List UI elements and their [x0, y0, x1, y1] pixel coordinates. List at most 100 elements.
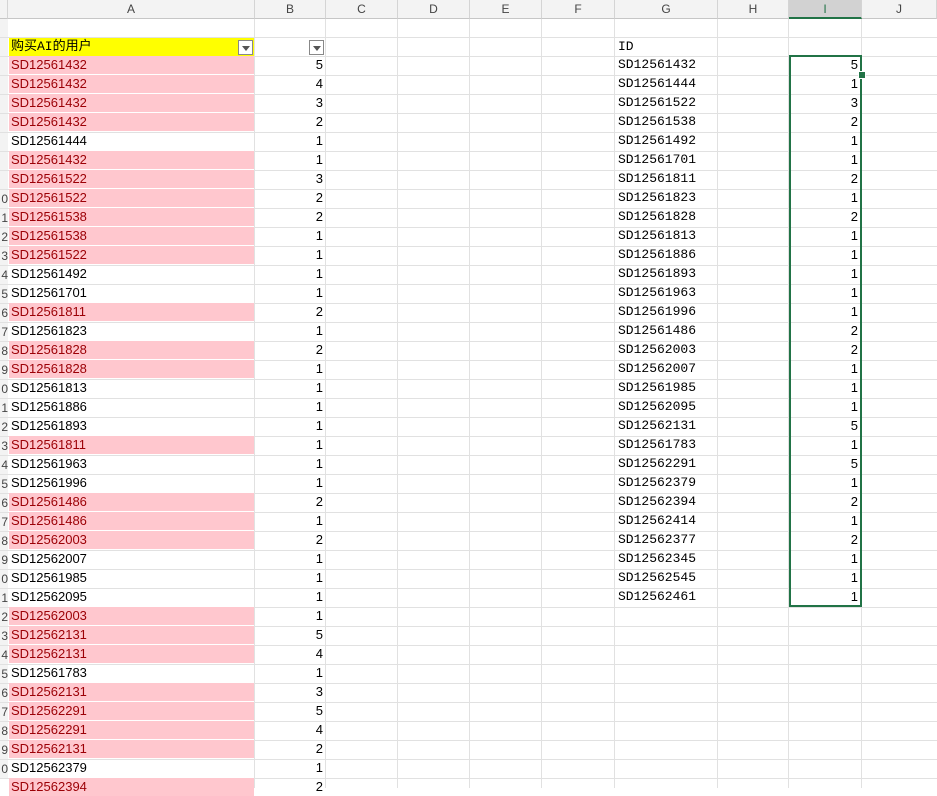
- table-cell-count[interactable]: 1: [255, 417, 325, 435]
- table-cell-value[interactable]: 2: [790, 170, 860, 188]
- table-cell-id[interactable]: SD12562131: [616, 417, 717, 435]
- table-cell-id[interactable]: SD12562379: [616, 474, 717, 492]
- table-cell-value[interactable]: 1: [790, 75, 860, 93]
- table-cell-value[interactable]: 1: [790, 189, 860, 207]
- row-header[interactable]: 6: [0, 494, 8, 513]
- table-cell-id[interactable]: SD12562545: [616, 569, 717, 587]
- column-header-b[interactable]: B: [255, 0, 326, 19]
- fill-handle[interactable]: [858, 71, 866, 79]
- table-cell-user-id[interactable]: SD12562394: [9, 778, 254, 796]
- table-cell-count[interactable]: 1: [255, 664, 325, 682]
- table-cell-user-id[interactable]: SD12562003: [9, 607, 254, 625]
- table-cell-count[interactable]: 1: [255, 132, 325, 150]
- table-cell-user-id[interactable]: SD12562003: [9, 531, 254, 549]
- table-cell-value[interactable]: 2: [790, 113, 860, 131]
- table-cell-user-id[interactable]: SD12561432: [9, 113, 254, 131]
- table-cell-id[interactable]: SD12561538: [616, 113, 717, 131]
- table-cell-user-id[interactable]: SD12562131: [9, 626, 254, 644]
- row-header[interactable]: 0: [0, 380, 8, 399]
- column-header-j[interactable]: J: [862, 0, 937, 19]
- table-cell-count[interactable]: 1: [255, 607, 325, 625]
- table-cell-user-id[interactable]: SD12561432: [9, 94, 254, 112]
- table-cell-user-id[interactable]: SD12561811: [9, 303, 254, 321]
- table-cell-user-id[interactable]: SD12561813: [9, 379, 254, 397]
- table-cell-count[interactable]: 4: [255, 721, 325, 739]
- row-header[interactable]: 1: [0, 399, 8, 418]
- table-cell-count[interactable]: 1: [255, 379, 325, 397]
- table-cell-id[interactable]: SD12562007: [616, 360, 717, 378]
- row-header[interactable]: 8: [0, 532, 8, 551]
- table-cell-id[interactable]: SD12561813: [616, 227, 717, 245]
- row-header[interactable]: [0, 133, 8, 152]
- row-header[interactable]: 8: [0, 722, 8, 741]
- table-cell-count[interactable]: 5: [255, 702, 325, 720]
- table-cell-value[interactable]: 1: [790, 151, 860, 169]
- table-cell-count[interactable]: 1: [255, 246, 325, 264]
- table-cell-id[interactable]: SD12562345: [616, 550, 717, 568]
- table-cell-user-id[interactable]: SD12562131: [9, 683, 254, 701]
- row-header[interactable]: [0, 38, 8, 57]
- row-header[interactable]: 9: [0, 741, 8, 760]
- table-cell-id[interactable]: SD12561486: [616, 322, 717, 340]
- table-cell-value[interactable]: 2: [790, 531, 860, 549]
- table-cell-id[interactable]: SD12562414: [616, 512, 717, 530]
- table-cell-count[interactable]: 2: [255, 493, 325, 511]
- row-header[interactable]: 4: [0, 646, 8, 665]
- table-cell-id[interactable]: SD12562461: [616, 588, 717, 606]
- table-cell-user-id[interactable]: SD12561486: [9, 512, 254, 530]
- table-cell-count[interactable]: 2: [255, 189, 325, 207]
- row-header[interactable]: 5: [0, 285, 8, 304]
- row-header[interactable]: 3: [0, 437, 8, 456]
- table-cell-user-id[interactable]: SD12561538: [9, 208, 254, 226]
- table-cell-user-id[interactable]: SD12561828: [9, 341, 254, 359]
- row-header[interactable]: [0, 95, 8, 114]
- table-cell-id[interactable]: SD12561492: [616, 132, 717, 150]
- table-cell-value[interactable]: 5: [790, 455, 860, 473]
- table-cell-count[interactable]: 1: [255, 436, 325, 454]
- table-cell-count[interactable]: 1: [255, 151, 325, 169]
- table-cell-value[interactable]: 1: [790, 474, 860, 492]
- table-cell-count[interactable]: 1: [255, 474, 325, 492]
- table-cell-count[interactable]: 1: [255, 322, 325, 340]
- table-cell-value[interactable]: 1: [790, 265, 860, 283]
- table-cell-count[interactable]: 1: [255, 759, 325, 777]
- table-cell-value[interactable]: 1: [790, 398, 860, 416]
- row-header[interactable]: 4: [0, 266, 8, 285]
- table-cell-value[interactable]: 1: [790, 303, 860, 321]
- table-cell-user-id[interactable]: SD12562291: [9, 721, 254, 739]
- row-header[interactable]: 1: [0, 589, 8, 608]
- table-cell-id[interactable]: SD12561996: [616, 303, 717, 321]
- table-cell-user-id[interactable]: SD12562291: [9, 702, 254, 720]
- table-cell-id[interactable]: SD12562003: [616, 341, 717, 359]
- table-cell-user-id[interactable]: SD12561522: [9, 170, 254, 188]
- table-cell-count[interactable]: 2: [255, 778, 325, 796]
- table-cell-count[interactable]: 3: [255, 683, 325, 701]
- table-cell-value[interactable]: 2: [790, 341, 860, 359]
- table-cell-count[interactable]: 2: [255, 208, 325, 226]
- row-header[interactable]: [0, 57, 8, 76]
- table-cell-user-id[interactable]: SD12561985: [9, 569, 254, 587]
- row-header[interactable]: 3: [0, 627, 8, 646]
- table-cell-value[interactable]: 1: [790, 284, 860, 302]
- table-cell-count[interactable]: 2: [255, 113, 325, 131]
- table-cell-count[interactable]: 5: [255, 626, 325, 644]
- row-header[interactable]: [0, 19, 8, 38]
- filter-dropdown-icon[interactable]: [309, 40, 324, 55]
- table-cell-user-id[interactable]: SD12561432: [9, 75, 254, 93]
- table-cell-value[interactable]: 2: [790, 322, 860, 340]
- table-cell-value[interactable]: 5: [790, 417, 860, 435]
- row-header[interactable]: 6: [0, 304, 8, 323]
- table-cell-id[interactable]: SD12562394: [616, 493, 717, 511]
- table-cell-user-id[interactable]: SD12561486: [9, 493, 254, 511]
- table-cell-user-id[interactable]: SD12561538: [9, 227, 254, 245]
- table-cell-user-id[interactable]: SD12562095: [9, 588, 254, 606]
- table-cell-count[interactable]: 4: [255, 645, 325, 663]
- table-cell-count[interactable]: 2: [255, 740, 325, 758]
- table-cell-user-id[interactable]: SD12561823: [9, 322, 254, 340]
- row-header[interactable]: 5: [0, 475, 8, 494]
- table-cell-value[interactable]: 1: [790, 512, 860, 530]
- table-cell-value[interactable]: 3: [790, 94, 860, 112]
- row-header[interactable]: [0, 171, 8, 190]
- table-cell-user-id[interactable]: SD12561893: [9, 417, 254, 435]
- table-cell-id[interactable]: SD12562291: [616, 455, 717, 473]
